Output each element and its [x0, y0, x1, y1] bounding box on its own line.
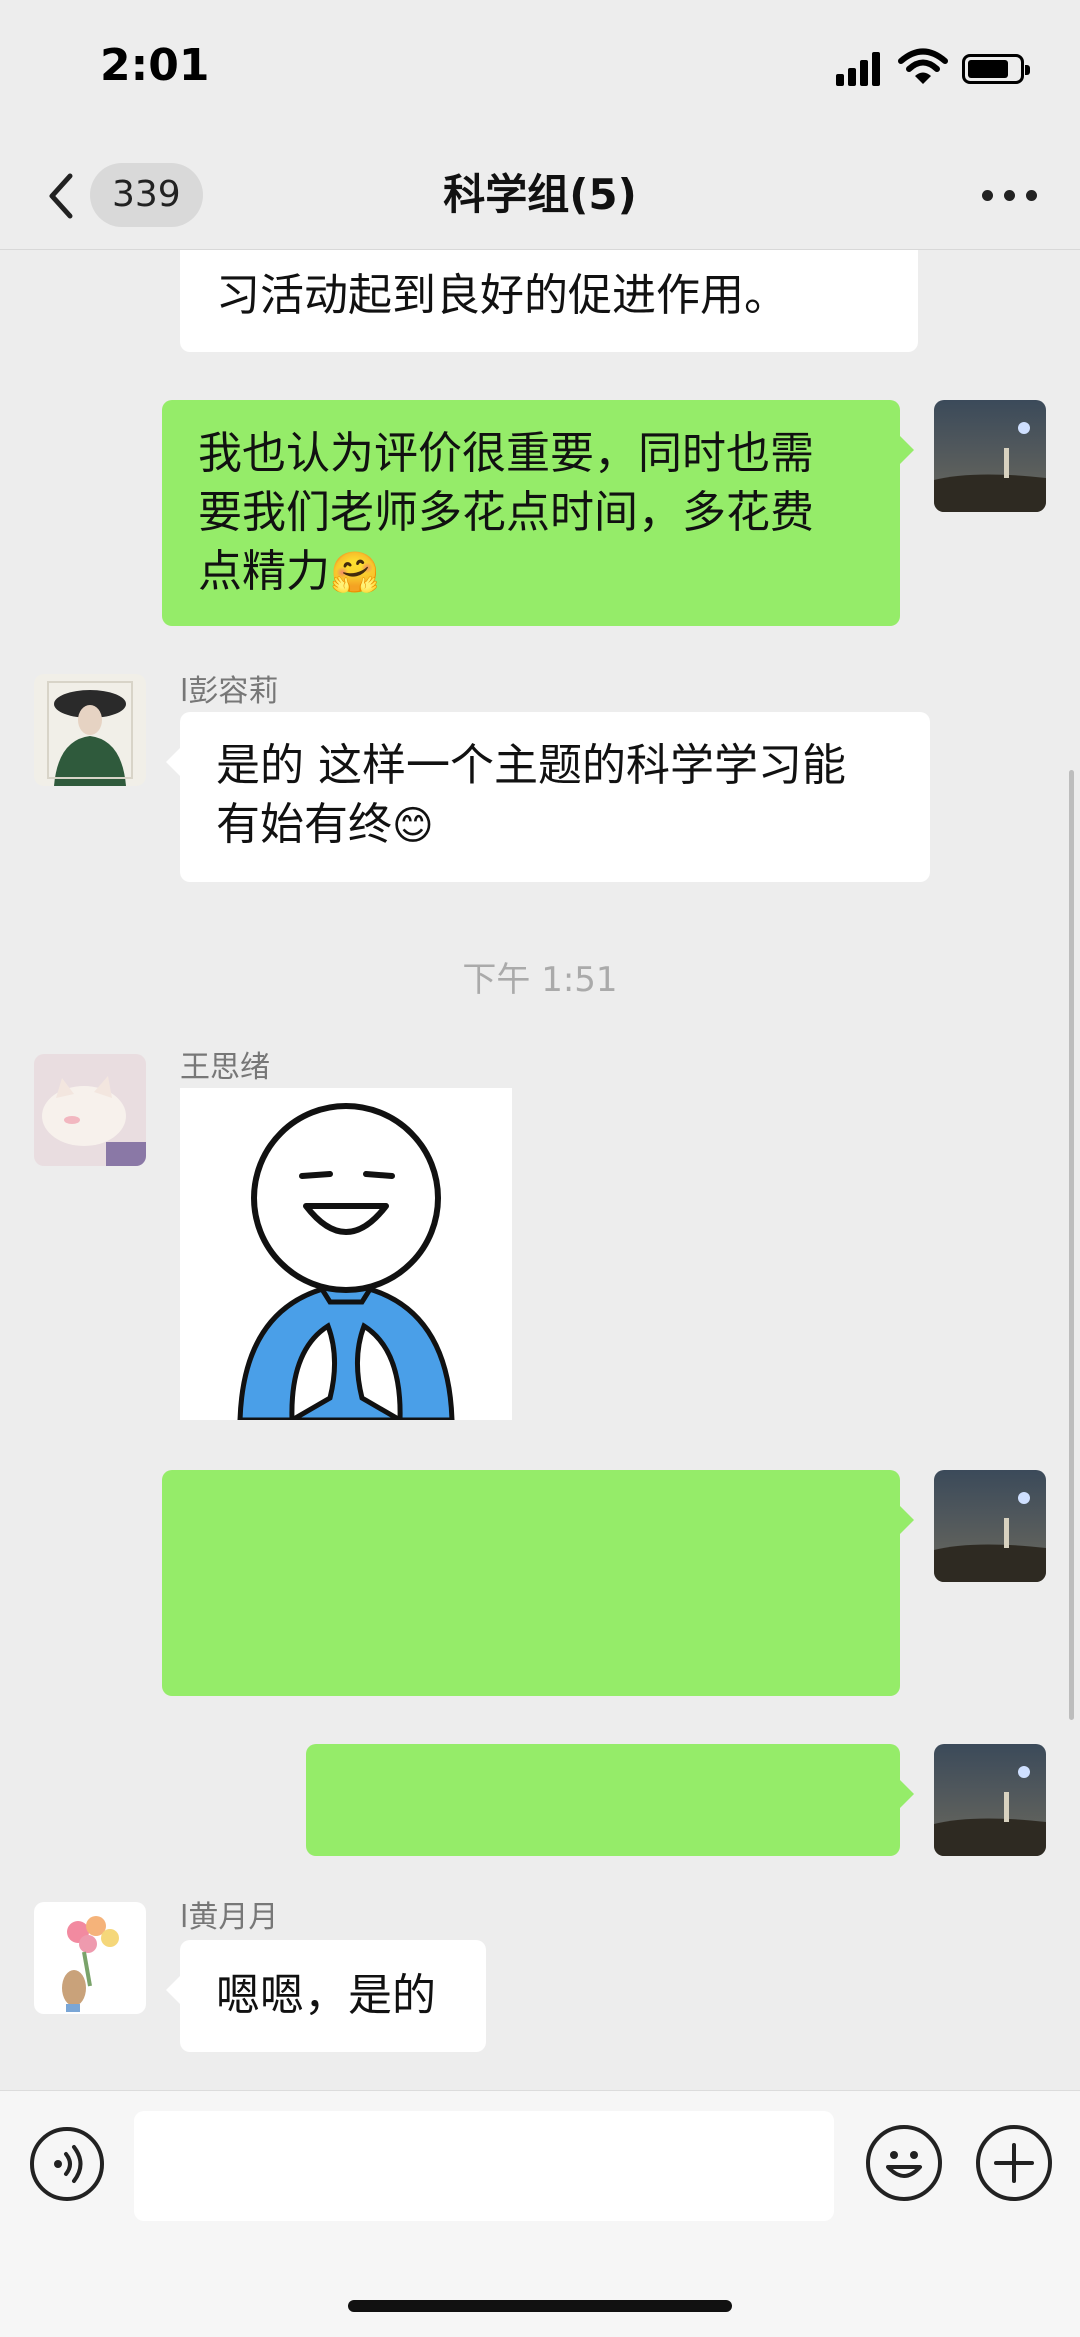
plus-icon[interactable] [976, 2125, 1052, 2201]
avatar-peng-rongli[interactable] [34, 674, 146, 786]
message-bubble-incoming[interactable]: 是的 这样一个主题的科学学习能 有始有终😊 [166, 712, 930, 882]
message-bubble-incoming[interactable]: 习活动起到良好的促进作用。 [180, 250, 918, 352]
status-bar: 2:01 [0, 0, 1080, 140]
avatar-wang-sixu[interactable] [34, 1054, 146, 1166]
sender-name: 王思绪 [180, 1050, 270, 1085]
avatar-self[interactable] [934, 400, 1046, 512]
message-line: 有始有终 [216, 799, 392, 850]
sender-name: l黄月月 [180, 1900, 279, 1935]
hug-emoji: 🤗 [330, 550, 380, 596]
more-icon[interactable] [980, 180, 1040, 210]
nav-bar: 339 科学组(5) [0, 140, 1080, 250]
battery-icon [962, 54, 1030, 84]
message-text: 习活动起到良好的促进作用。 [216, 270, 788, 321]
message-bubble-incoming[interactable]: 嗯嗯，是的 [166, 1940, 486, 2052]
message-line: 是的 这样一个主题的科学学习能 [216, 740, 846, 791]
voice-icon[interactable] [30, 2127, 104, 2201]
avatar-self[interactable] [934, 1744, 1046, 1856]
message-bubble-outgoing[interactable]: 我也认为评价很重要，同时也需 要我们老师多花点时间，多花费 点精力🤗 [162, 400, 914, 626]
message-text: 嗯嗯，是的 [216, 1970, 436, 2021]
smile-emoji: 😊 [392, 803, 434, 849]
time-separator: 下午 1:51 [462, 960, 618, 1000]
message-bubble-outgoing[interactable] [162, 1470, 914, 1696]
back-chevron-icon[interactable] [42, 168, 82, 224]
sender-name: l彭容莉 [180, 674, 279, 709]
signal-icon [836, 52, 882, 86]
scrollbar[interactable] [1069, 770, 1074, 1720]
emoji-icon[interactable] [866, 2125, 942, 2201]
avatar-huang-yueyue[interactable] [34, 1902, 146, 2014]
message-line: 我也认为评价很重要，同时也需 [198, 428, 814, 479]
message-bubble-outgoing[interactable] [306, 1744, 914, 1856]
home-indicator[interactable] [348, 2300, 732, 2312]
chat-area[interactable]: 习活动起到良好的促进作用。 我也认为评价很重要，同时也需 要我们老师多花点时间，… [0, 250, 1080, 2090]
avatar-self[interactable] [934, 1470, 1046, 1582]
clapping-smiley-sticker[interactable] [180, 1088, 512, 1425]
unread-count-badge[interactable]: 339 [90, 163, 203, 227]
message-input[interactable] [134, 2111, 834, 2221]
message-line: 要我们老师多花点时间，多花费 [198, 487, 814, 538]
wifi-icon [898, 48, 948, 84]
message-line: 点精力 [198, 546, 330, 597]
status-time: 2:01 [100, 40, 210, 91]
